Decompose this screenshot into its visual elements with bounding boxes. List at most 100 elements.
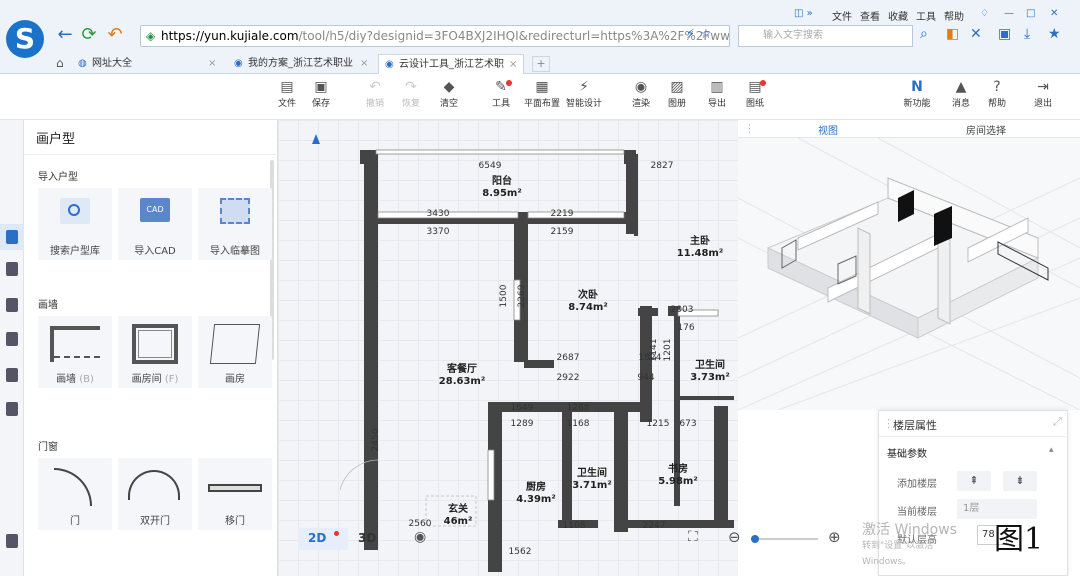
screenshot-icon[interactable]: ▣ bbox=[998, 26, 1011, 42]
close-icon[interactable]: ✕ bbox=[1050, 8, 1058, 19]
decoration-icon[interactable] bbox=[6, 298, 18, 312]
toolbar-camera-button[interactable]: ◉ 渲染 bbox=[624, 78, 658, 109]
toolbar-lightning-button[interactable]: ⚡ 智能设计 bbox=[562, 78, 606, 109]
divider bbox=[24, 154, 278, 155]
menu-file[interactable]: 文件 bbox=[832, 8, 852, 23]
toolbar-label: 消息 bbox=[951, 99, 970, 109]
zoom-out-icon[interactable]: ⊖ bbox=[728, 528, 741, 546]
room-labels: 阳台8.95m² 主卧11.48m² 次卧8.74m² 客餐厅28.63m² 卫生间3.… bbox=[439, 174, 730, 527]
model-library-icon[interactable] bbox=[6, 402, 18, 416]
model-3d-render bbox=[738, 138, 1080, 410]
toolbar-exit-button[interactable]: ⇥ 退出 bbox=[1026, 78, 1060, 109]
toolbar-redo-button[interactable]: ↷ 恢复 bbox=[394, 78, 428, 109]
tab-my-plan[interactable]: ◉ 我的方案_浙江艺术职业 × bbox=[228, 54, 374, 74]
watermark-line-2: 转到"设置"以激活 Windows。 bbox=[862, 541, 934, 567]
room-label[interactable]: 次卧8.74m² bbox=[568, 288, 607, 313]
view-3d-panel[interactable]: ⋮ 视图 房间选择 bbox=[738, 120, 1080, 410]
fit-view-icon[interactable]: ⛶ bbox=[688, 529, 698, 545]
wall-card-2[interactable]: 画房 bbox=[198, 316, 272, 388]
import-card-2[interactable]: 导入临摹图 bbox=[198, 188, 272, 260]
maximize-icon[interactable]: □ bbox=[1026, 8, 1035, 19]
new-tab-button[interactable]: + bbox=[532, 56, 550, 72]
zoom-slider-handle[interactable] bbox=[751, 535, 759, 543]
room-label[interactable]: 客餐厅28.63m² bbox=[439, 362, 485, 387]
globe-icon: ◍ bbox=[78, 58, 87, 69]
skin-icon[interactable]: ♢ bbox=[980, 8, 989, 19]
menu-help[interactable]: 帮助 bbox=[944, 8, 964, 23]
door-card-0[interactable]: 门 bbox=[38, 458, 112, 530]
toolbar-album-button[interactable]: ▨ 图册 bbox=[660, 78, 694, 109]
mode-2d-button[interactable]: 2D bbox=[298, 528, 348, 550]
tab-close-icon[interactable]: × bbox=[208, 54, 216, 74]
toolbar-export-button[interactable]: ▥ 导出 bbox=[700, 78, 734, 109]
room-label[interactable]: 厨房4.39m² bbox=[516, 480, 555, 505]
tools-icon[interactable]: ✕ bbox=[970, 26, 982, 42]
settings-icon[interactable] bbox=[6, 534, 18, 548]
wall-card-0[interactable]: 画墙 (B) bbox=[38, 316, 112, 388]
toolbar-new-feature-button[interactable]: N 新功能 bbox=[900, 78, 934, 109]
zoom-slider[interactable] bbox=[751, 535, 818, 543]
floorplan-canvas[interactable]: 6549 2827 3430 2219 3370 2159 2003 176 1824 2922 9… bbox=[278, 120, 738, 576]
toolbar-wrench-button[interactable]: ✎ 工具 bbox=[484, 78, 518, 109]
zoom-in-icon[interactable]: ⊕ bbox=[828, 528, 841, 546]
furniture-icon[interactable] bbox=[6, 262, 18, 276]
download-icon[interactable]: ⤓ bbox=[1024, 26, 1030, 42]
tab-design-tool[interactable]: ◉ 云设计工具_浙江艺术职 × bbox=[378, 54, 524, 74]
expand-icon[interactable]: ⤢ bbox=[1053, 415, 1062, 429]
app-toolbar: ▤ 文件 ▣ 保存 ↶ 撤销 ↷ 恢复 ◆ 清空 ✎ 工具 ▦ 平面布置 ⚡ 智能设计 ◉ 渲染 ▨ 图册 ▥ 导出 ▤ 图纸… bbox=[0, 74, 1080, 120]
home-icon[interactable]: ⌂ bbox=[56, 56, 64, 70]
toolbar-bell-button[interactable]: ▲ 消息 bbox=[944, 78, 978, 109]
import-card-1[interactable]: CAD 导入CAD bbox=[118, 188, 192, 260]
toolbar-file-button[interactable]: ▤ 文件 bbox=[270, 78, 304, 109]
shield-icon: ◈ bbox=[146, 29, 156, 43]
room-label[interactable]: 主卧11.48m² bbox=[677, 234, 723, 259]
star-icon[interactable]: ☆ bbox=[700, 27, 712, 42]
tab-view[interactable]: 视图 bbox=[818, 122, 838, 137]
toolbar-undo-button[interactable]: ↶ 撤销 bbox=[358, 78, 392, 109]
toolbar-layout-button[interactable]: ▦ 平面布置 bbox=[520, 78, 564, 109]
toolbar-eraser-button[interactable]: ◆ 清空 bbox=[432, 78, 466, 109]
eye-icon[interactable]: ◉ bbox=[414, 529, 426, 545]
menu-favorites[interactable]: 收藏 bbox=[888, 8, 908, 23]
draw-shape-icon bbox=[209, 324, 261, 364]
undo-close-tab-icon[interactable]: ↶ bbox=[104, 24, 126, 46]
tab-close-icon[interactable]: × bbox=[509, 55, 517, 74]
door-card-2[interactable]: 移门 bbox=[198, 458, 272, 530]
card-label: 门 bbox=[70, 516, 80, 527]
tab-nav[interactable]: ◍ 网址大全 × bbox=[72, 54, 222, 74]
room-label[interactable]: 书房5.98m² bbox=[658, 462, 697, 487]
tab-room-select[interactable]: 房间选择 bbox=[966, 122, 1006, 137]
toolbar-help-button[interactable]: ? 帮助 bbox=[980, 78, 1014, 109]
draw-plan-icon[interactable] bbox=[6, 230, 18, 244]
collapse-icon[interactable]: ▴ bbox=[1049, 445, 1054, 455]
drag-handle-icon[interactable]: ⋮ bbox=[744, 122, 755, 135]
search-icon[interactable]: ⌕ bbox=[920, 26, 928, 42]
favorites-icon[interactable]: ★ bbox=[1048, 26, 1061, 42]
material-icon[interactable] bbox=[6, 332, 18, 346]
refresh-icon[interactable]: ⟳ bbox=[78, 24, 100, 46]
import-card-0[interactable]: 搜索户型库 bbox=[38, 188, 112, 260]
toolbar-label: 图册 bbox=[667, 99, 686, 109]
room-label[interactable]: 卫生间3.73m² bbox=[690, 358, 729, 383]
sidebar-toggle-icon[interactable]: ◫ » bbox=[794, 8, 813, 19]
back-arrow-icon[interactable]: ← bbox=[54, 24, 76, 46]
wall-card-1[interactable]: 画房间 (F) bbox=[118, 316, 192, 388]
minimize-icon[interactable]: — bbox=[1004, 8, 1014, 19]
tab-close-icon[interactable]: × bbox=[360, 54, 368, 74]
lightning-icon[interactable]: ⚡ bbox=[686, 27, 695, 42]
toolbar-save-button[interactable]: ▣ 保存 bbox=[304, 78, 338, 109]
dimension-label: 1168 bbox=[567, 419, 590, 429]
menu-tools[interactable]: 工具 bbox=[916, 8, 936, 23]
mode-3d-button[interactable]: 3D bbox=[358, 531, 376, 545]
add-floor-below-button[interactable]: ⇟ bbox=[1003, 471, 1037, 491]
room-label[interactable]: 阳台8.95m² bbox=[482, 174, 521, 199]
lighting-icon[interactable] bbox=[6, 368, 18, 382]
menu-view[interactable]: 查看 bbox=[860, 8, 880, 23]
door-card-1[interactable]: 双开门 bbox=[118, 458, 192, 530]
toolbar-drawing-button[interactable]: ▤ 图纸 bbox=[738, 78, 772, 109]
search-input[interactable]: 输入文字搜索 bbox=[738, 25, 913, 47]
extension-icon[interactable]: ◧ bbox=[946, 26, 959, 42]
address-bar[interactable]: ◈ https://yun.kujiale.com/tool/h5/diy?de… bbox=[140, 25, 730, 47]
add-floor-above-button[interactable]: ⇞ bbox=[957, 471, 991, 491]
room-label[interactable]: 卫生间3.71m² bbox=[572, 466, 611, 491]
